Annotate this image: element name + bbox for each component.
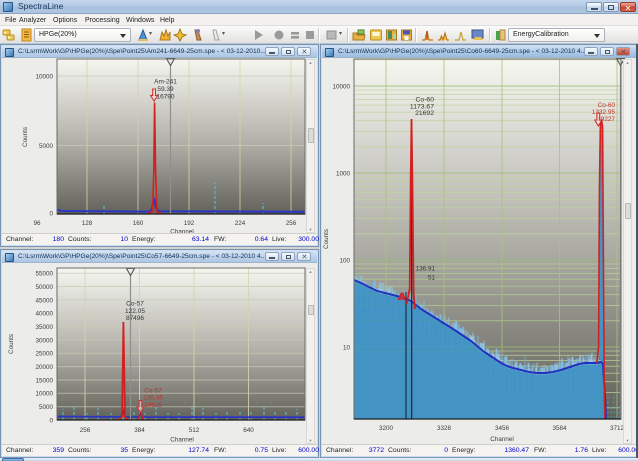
svg-text:10000: 10000 xyxy=(35,73,53,80)
svg-text:Counts: Counts xyxy=(22,127,29,147)
svg-text:50000: 50000 xyxy=(35,284,53,291)
svg-text:0: 0 xyxy=(49,417,53,424)
svg-text:0: 0 xyxy=(49,210,53,217)
svg-text:25000: 25000 xyxy=(35,351,53,358)
svg-text:3200: 3200 xyxy=(379,425,394,432)
svg-text:256: 256 xyxy=(286,220,297,227)
svg-text:40000: 40000 xyxy=(35,311,53,318)
svg-text:10000: 10000 xyxy=(35,391,53,398)
svg-text:59.39: 59.39 xyxy=(157,86,174,93)
svg-text:256: 256 xyxy=(80,427,91,434)
svg-text:Counts: Counts xyxy=(323,229,330,249)
svg-text:10000: 10000 xyxy=(332,83,350,90)
svg-text:Counts: Counts xyxy=(8,334,15,354)
svg-text:1000: 1000 xyxy=(336,170,351,177)
svg-text:128: 128 xyxy=(82,220,93,227)
svg-text:45000: 45000 xyxy=(35,297,53,304)
svg-text:Co-60: Co-60 xyxy=(598,102,616,109)
svg-text:10: 10 xyxy=(343,344,351,351)
svg-text:Channel: Channel xyxy=(170,437,193,444)
svg-text:Co-57: Co-57 xyxy=(126,300,144,307)
svg-text:122.05: 122.05 xyxy=(125,308,145,315)
svg-text:192: 192 xyxy=(184,220,195,227)
svg-text:Co-57: Co-57 xyxy=(144,387,162,394)
svg-text:3456: 3456 xyxy=(495,425,510,432)
svg-text:Am-241: Am-241 xyxy=(154,78,177,85)
svg-text:3584: 3584 xyxy=(552,425,567,432)
svg-text:160: 160 xyxy=(133,220,144,227)
svg-text:136.91: 136.91 xyxy=(416,265,436,272)
svg-text:35000: 35000 xyxy=(35,324,53,331)
svg-text:224: 224 xyxy=(235,220,246,227)
svg-text:100: 100 xyxy=(339,257,350,264)
svg-text:55000: 55000 xyxy=(35,271,53,278)
svg-text:384: 384 xyxy=(134,427,145,434)
svg-text:5000: 5000 xyxy=(39,143,54,150)
svg-text:10625: 10625 xyxy=(144,402,162,409)
svg-text:5000: 5000 xyxy=(39,404,54,411)
svg-text:1332.95: 1332.95 xyxy=(592,109,616,116)
svg-text:3328: 3328 xyxy=(437,425,452,432)
svg-text:87496: 87496 xyxy=(126,315,144,322)
svg-text:640: 640 xyxy=(243,427,254,434)
svg-text:512: 512 xyxy=(189,427,200,434)
svg-text:20000: 20000 xyxy=(35,364,53,371)
svg-text:30000: 30000 xyxy=(35,337,53,344)
svg-text:Channel: Channel xyxy=(490,436,513,443)
svg-text:15000: 15000 xyxy=(35,377,53,384)
svg-text:16790: 16790 xyxy=(156,94,174,101)
svg-text:51: 51 xyxy=(428,274,436,281)
svg-text:96: 96 xyxy=(33,220,41,227)
svg-text:136.45: 136.45 xyxy=(143,395,163,402)
svg-text:21692: 21692 xyxy=(415,110,434,117)
